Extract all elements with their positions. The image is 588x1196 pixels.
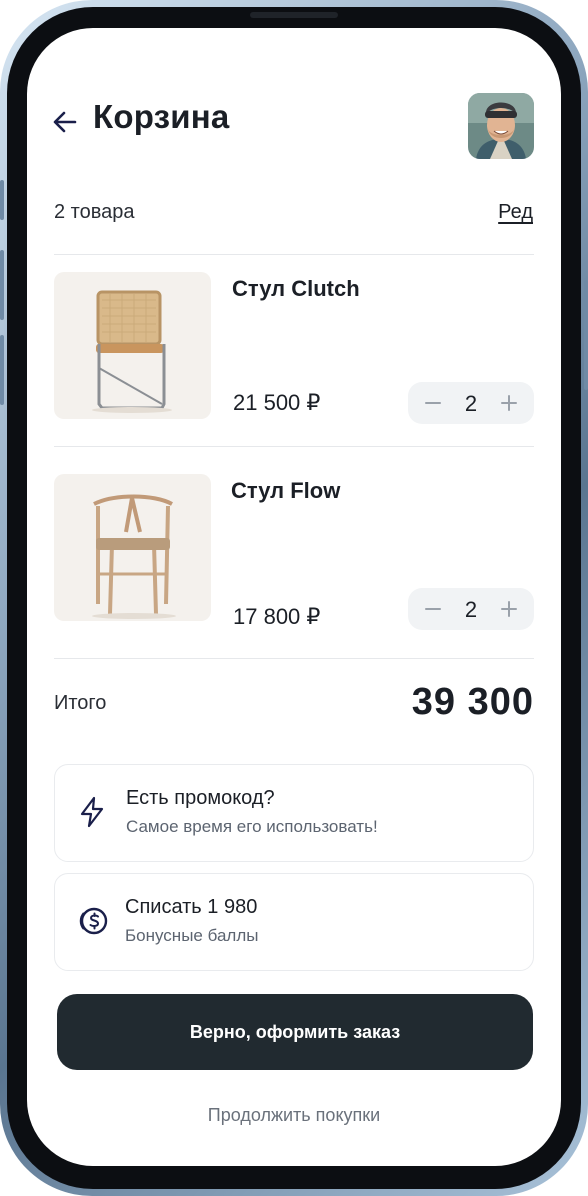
quantity-value: 2 (464, 597, 478, 622)
coin-icon (79, 907, 108, 935)
decrease-button[interactable] (414, 588, 452, 630)
plus-icon (501, 395, 517, 411)
phone-frame: Корзина 2 товара Ред Стул Clutch 21 500 … (0, 0, 588, 1196)
lightning-icon (80, 796, 104, 828)
edit-link[interactable]: Ред (498, 201, 533, 224)
bonus-points-card[interactable]: Списать 1 980 Бонусные баллы (54, 873, 534, 971)
items-count: 2 товара (54, 201, 135, 223)
bonus-title: Списать 1 980 (125, 896, 258, 918)
divider (54, 446, 534, 447)
increase-button[interactable] (490, 382, 528, 424)
quantity-stepper: 2 (408, 588, 534, 630)
quantity-value: 2 (464, 391, 478, 416)
back-button[interactable] (49, 106, 81, 138)
total-label: Итого (54, 692, 107, 714)
decrease-button[interactable] (414, 382, 452, 424)
power-button (584, 280, 588, 390)
avatar-image (468, 93, 534, 159)
page-title: Корзина (93, 98, 230, 135)
cart-item: Стул Clutch 21 500 ₽ 2 (54, 272, 534, 424)
increase-button[interactable] (490, 588, 528, 630)
quantity-stepper: 2 (408, 382, 534, 424)
mute-switch (0, 180, 4, 220)
minus-icon (425, 608, 441, 610)
product-price: 17 800 ₽ (233, 604, 321, 629)
app-screen: Корзина 2 товара Ред Стул Clutch 21 500 … (27, 28, 561, 1166)
promo-title: Есть промокод? (126, 787, 275, 809)
product-image[interactable] (54, 272, 211, 419)
cart-item: Стул Flow 17 800 ₽ 2 (54, 474, 534, 630)
product-name[interactable]: Стул Clutch (232, 276, 360, 302)
total-value: 39 300 (411, 681, 534, 723)
divider (54, 658, 534, 659)
checkout-button[interactable]: Верно, оформить заказ (57, 994, 533, 1070)
bonus-subtitle: Бонусные баллы (125, 926, 259, 945)
promo-code-card[interactable]: Есть промокод? Самое время его использов… (54, 764, 534, 862)
minus-icon (425, 402, 441, 404)
user-avatar[interactable] (468, 93, 534, 159)
product-name[interactable]: Стул Flow (231, 478, 340, 504)
speaker-grille (250, 12, 338, 18)
divider (54, 254, 534, 255)
product-image[interactable] (54, 474, 211, 621)
arrow-left-icon (53, 111, 77, 133)
promo-subtitle: Самое время его использовать! (126, 817, 378, 836)
chair-clutch-image (92, 290, 172, 413)
product-price: 21 500 ₽ (233, 390, 321, 415)
continue-shopping-link[interactable]: Продолжить покупки (27, 1105, 561, 1126)
plus-icon (501, 601, 517, 617)
volume-up-button (0, 250, 4, 320)
volume-down-button (0, 335, 4, 405)
chair-flow-image (92, 494, 176, 619)
